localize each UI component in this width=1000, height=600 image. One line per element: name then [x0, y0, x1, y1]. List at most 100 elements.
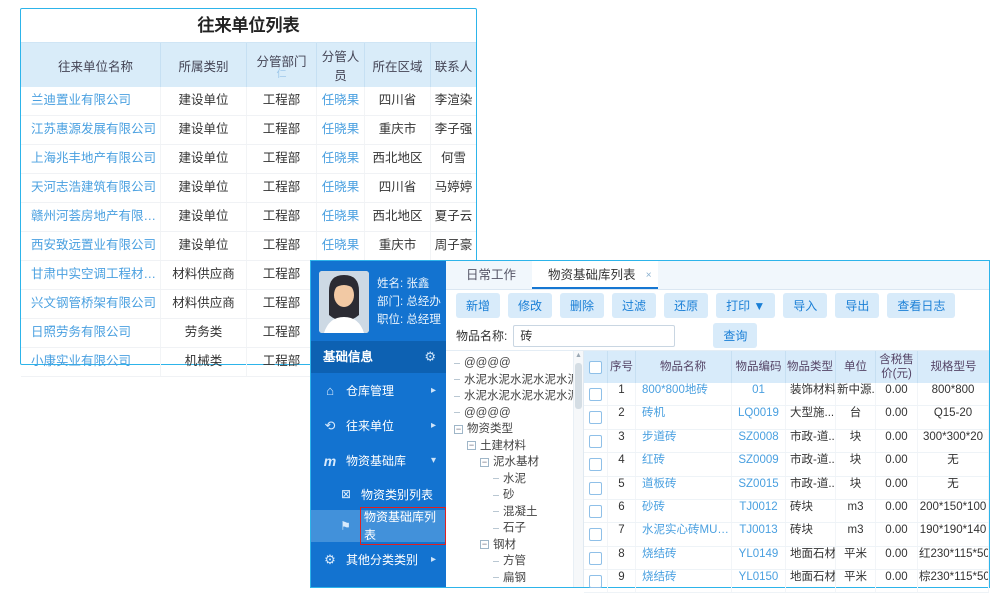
partner-person-link[interactable]: 任晓果 — [317, 87, 365, 115]
row-checkbox[interactable] — [589, 434, 602, 448]
item-name-input[interactable] — [513, 324, 676, 347]
tree-node[interactable]: − @@@@ — [446, 405, 583, 422]
sidebar-item-material-types[interactable]: ⊠ 物资类别列表 — [311, 478, 446, 510]
sidebar-item-materials[interactable]: m 物资基础库 ▾ — [311, 443, 446, 478]
tree-node[interactable]: − 混凝土 — [446, 504, 583, 521]
item-code-link[interactable]: SZ0015 — [732, 476, 786, 499]
toolbar-button[interactable]: 导出 — [835, 293, 880, 318]
tab-material-base-list[interactable]: 物资基础库列表 × — [532, 261, 658, 289]
toolbar-button[interactable]: 删除 — [560, 293, 605, 318]
item-name-link[interactable]: 烧结砖 — [636, 546, 732, 569]
row-checkbox[interactable] — [589, 504, 602, 518]
partner-name-link[interactable]: 小康实业有限公司 — [21, 348, 161, 376]
sidebar-item-warehouse[interactable]: ⌂ 仓库管理 ▸ — [311, 373, 446, 408]
tree-node[interactable]: − 方管 — [446, 553, 583, 570]
column-serial[interactable]: 序号 — [608, 351, 636, 383]
row-checkbox[interactable] — [589, 528, 602, 542]
item-code-link[interactable]: SZ0009 — [732, 453, 786, 476]
toolbar-button[interactable]: 修改 — [508, 293, 553, 318]
row-checkbox[interactable] — [589, 575, 602, 588]
partner-name-link[interactable]: 日照劳务有限公司 — [21, 319, 161, 347]
row-checkbox[interactable] — [589, 388, 602, 401]
tree-node[interactable]: − 石子 — [446, 520, 583, 537]
close-icon[interactable]: × — [646, 262, 652, 290]
sidebar-item-partners[interactable]: ⟲ 往来单位 ▸ — [311, 408, 446, 443]
gear-icon[interactable]: ⚙ — [424, 341, 436, 373]
column-item-name[interactable]: 物品名称 — [636, 351, 732, 383]
tree-node[interactable]: − 扁钢 — [446, 570, 583, 587]
partner-person-link[interactable]: 任晓果 — [317, 116, 365, 144]
tree-collapse-icon[interactable]: − — [454, 424, 463, 434]
item-code-link[interactable]: TJ0012 — [732, 499, 786, 523]
tree-node[interactable]: − 泥水基材 — [446, 454, 583, 471]
partner-name-link[interactable]: 赣州河荟房地产有限公司 — [21, 203, 161, 231]
tree-node[interactable]: − 物资类型 — [446, 421, 583, 438]
item-name-link[interactable]: 水泥实心砖MU10 — [636, 523, 732, 546]
partner-person-link[interactable]: 任晓果 — [317, 232, 365, 260]
query-button[interactable]: 查询 — [713, 323, 758, 348]
column-item-type[interactable]: 物品类型 — [786, 351, 836, 383]
tree-scrollbar[interactable]: ▲ — [573, 351, 583, 587]
tree-collapse-icon[interactable]: − — [480, 540, 489, 550]
toolbar-button[interactable]: 导入 — [783, 293, 828, 318]
partner-name-link[interactable]: 兴文钢管桥架有限公司 — [21, 290, 161, 318]
item-code-link[interactable]: YL0150 — [732, 570, 786, 593]
column-unit[interactable]: 单位 — [836, 351, 876, 383]
toolbar-button[interactable]: 还原 — [664, 293, 709, 318]
toolbar-button[interactable]: 查看日志 — [887, 293, 956, 318]
item-code-link[interactable]: LQ0019 — [732, 406, 786, 429]
scrollbar-thumb[interactable] — [575, 363, 582, 409]
tree-node[interactable]: − 角钢 — [446, 586, 583, 587]
item-code-link[interactable]: SZ0008 — [732, 429, 786, 453]
partner-person-link[interactable]: 任晓果 — [317, 174, 365, 202]
select-all-checkbox[interactable] — [589, 360, 602, 374]
column-item-code[interactable]: 物品编码 — [732, 351, 786, 383]
partner-name-link[interactable]: 甘肃中实空调工程材料... — [21, 261, 161, 289]
tree-node[interactable]: − 水泥水泥水泥水泥水泥水泥水泥 — [446, 388, 583, 405]
partner-name-link[interactable]: 兰迪置业有限公司 — [21, 87, 161, 115]
row-checkbox[interactable] — [589, 458, 602, 472]
item-code-link[interactable]: YL0149 — [732, 546, 786, 569]
sidebar-item-material-base-list[interactable]: ⚑ 物资基础库列表 — [311, 507, 446, 545]
partner-name-link[interactable]: 西安致远置业有限公司 — [21, 232, 161, 260]
partner-person-link[interactable]: 任晓果 — [317, 203, 365, 231]
tree-node[interactable]: − 砂 — [446, 487, 583, 504]
tree-node[interactable]: − @@@@ — [446, 355, 583, 372]
tree-node[interactable]: − 钢材 — [446, 537, 583, 554]
item-name-link[interactable]: 步道砖 — [636, 429, 732, 453]
sidebar-section-basic-info[interactable]: 基础信息 ⚙ — [311, 341, 446, 373]
partner-person-link[interactable]: 任晓果 — [317, 145, 365, 173]
tree-node[interactable]: − 土建材料 — [446, 438, 583, 455]
item-name-link[interactable]: 道板砖 — [636, 476, 732, 499]
column-spec[interactable]: 规格型号 — [918, 351, 989, 383]
column-person[interactable]: 分管人员 — [317, 43, 365, 87]
partner-name-link[interactable]: 上海兆丰地产有限公司 — [21, 145, 161, 173]
item-name-link[interactable]: 砖机 — [636, 406, 732, 429]
scroll-up-icon[interactable]: ▲ — [574, 351, 583, 361]
sort-icon[interactable]: 仁 — [277, 69, 287, 80]
item-code-link[interactable]: 01 — [732, 383, 786, 406]
item-name-link[interactable]: 红砖 — [636, 453, 732, 476]
column-partner-name[interactable]: 往来单位名称 — [21, 43, 161, 87]
toolbar-button[interactable]: 新增 — [456, 293, 501, 318]
row-checkbox[interactable] — [589, 551, 602, 565]
column-department[interactable]: 分管部门 仁 — [247, 43, 317, 87]
row-checkbox[interactable] — [589, 481, 602, 495]
row-checkbox[interactable] — [589, 411, 602, 425]
column-category[interactable]: 所属类别 — [161, 43, 247, 87]
sidebar-item-other-categories[interactable]: ⚙ 其他分类类别 ▸ — [311, 542, 446, 577]
tree-collapse-icon[interactable]: − — [467, 441, 476, 451]
item-name-link[interactable]: 烧结砖 — [636, 570, 732, 593]
partner-name-link[interactable]: 江苏惠源发展有限公司 — [21, 116, 161, 144]
column-region[interactable]: 所在区域 — [365, 43, 431, 87]
item-name-link[interactable]: 800*800地砖 — [636, 383, 732, 406]
tree-collapse-icon[interactable]: − — [480, 457, 489, 467]
column-price[interactable]: 含税售价(元) — [876, 351, 918, 383]
tab-daily-work[interactable]: 日常工作 — [450, 261, 532, 289]
item-code-link[interactable]: TJ0013 — [732, 523, 786, 546]
item-name-link[interactable]: 砂砖 — [636, 499, 732, 523]
tree-node[interactable]: − 水泥 — [446, 471, 583, 488]
tree-node[interactable]: − 水泥水泥水泥水泥水泥水泥水泥 — [446, 372, 583, 389]
partner-name-link[interactable]: 天河志浩建筑有限公司 — [21, 174, 161, 202]
toolbar-button[interactable]: 打印 ▼ — [716, 293, 776, 318]
